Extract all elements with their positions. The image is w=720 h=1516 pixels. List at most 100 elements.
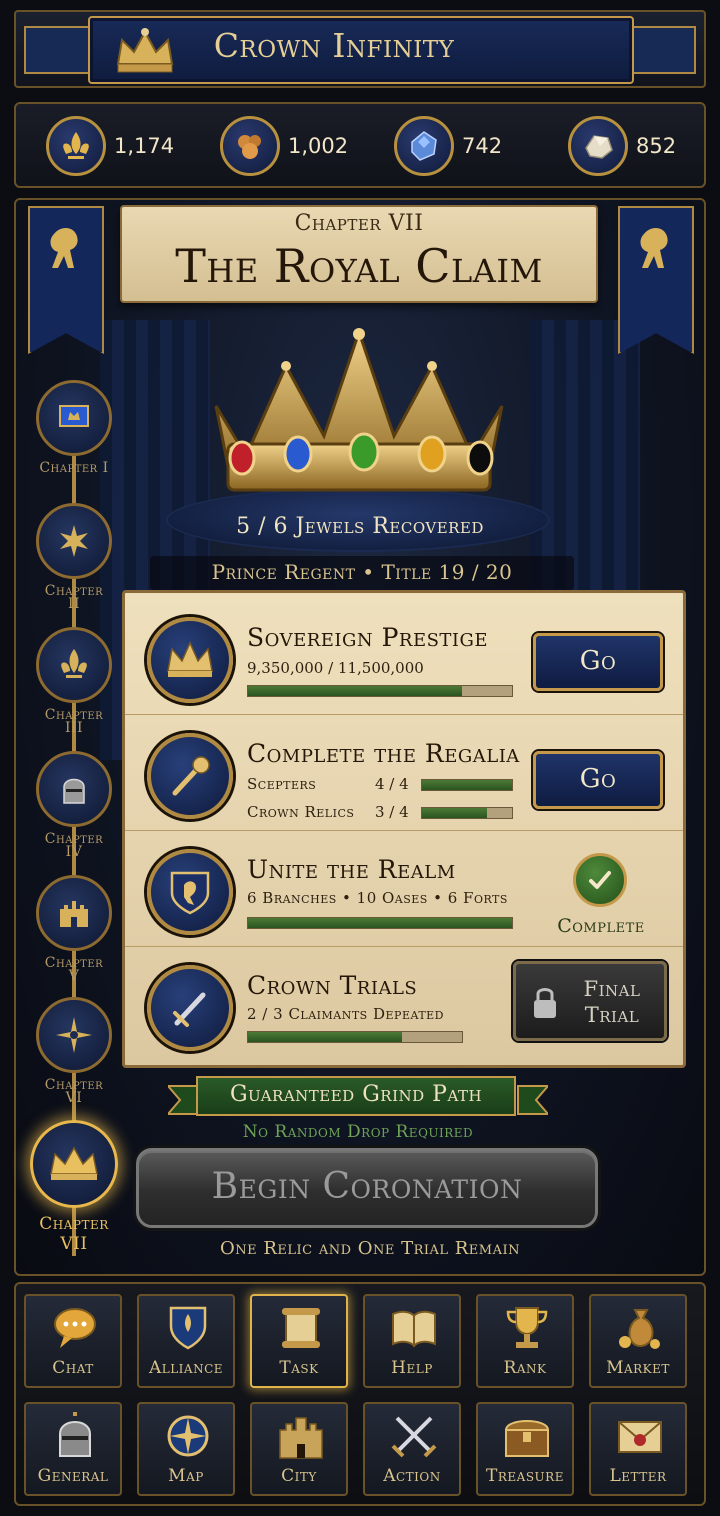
complete-status: Complete — [557, 915, 645, 937]
nav-market[interactable]: Market — [589, 1294, 687, 1388]
progress-fill — [248, 1032, 403, 1042]
nav-label: Help — [391, 1358, 433, 1378]
shield-icon — [169, 1306, 207, 1350]
chapter-label: Chapter — [39, 1214, 109, 1234]
scepters-value: 4 / 4 — [375, 775, 409, 793]
jewels-recovered: 5 / 6 Jewels Recovered — [236, 514, 484, 539]
fleur-de-lis-icon — [46, 116, 106, 176]
final-trial-label-1: Final — [583, 977, 641, 1001]
nav-treasure[interactable]: Treasure — [476, 1402, 574, 1496]
crossed-swords-icon — [391, 1416, 437, 1458]
chapter-6[interactable]: Chapter VI — [36, 997, 112, 1105]
scroll-icon — [282, 1308, 320, 1348]
grind-path-subtitle: No Random Drop Required — [242, 1122, 474, 1142]
sapphire-jewel — [283, 435, 313, 473]
chapter-number: VI — [65, 1090, 83, 1106]
task-title: Sovereign Prestige — [247, 623, 489, 652]
nav-label: Task — [279, 1358, 319, 1378]
resource-gold[interactable]: 1,174 — [46, 116, 174, 176]
chapter-7-current[interactable]: Chapter VII — [30, 1120, 118, 1254]
progress-bar — [247, 685, 513, 697]
crown-emblem-icon — [147, 617, 233, 703]
chapter-label: Chapter VII — [294, 211, 424, 236]
go-button[interactable]: Go — [533, 633, 663, 691]
book-icon — [392, 1310, 436, 1348]
castle-icon — [36, 875, 112, 951]
nav-city[interactable]: City — [250, 1402, 348, 1496]
chapter-number: II — [67, 596, 81, 612]
nav-map[interactable]: Map — [137, 1402, 235, 1496]
task-title: Complete the Regalia — [247, 739, 520, 768]
resource-sapphire[interactable]: 742 — [394, 116, 502, 176]
resource-value: 1,002 — [288, 134, 349, 158]
sunburst-icon — [36, 503, 112, 579]
task-detail: 6 Branches • 10 Oases • 6 Forts — [247, 889, 508, 907]
begin-coronation-label: Begin Coronation — [211, 1166, 523, 1207]
progress-fill — [248, 918, 512, 928]
chapter-title: The Royal Claim — [175, 239, 543, 293]
nav-action[interactable]: Action — [363, 1402, 461, 1496]
lion-banner-left — [28, 206, 104, 354]
lion-banner-right — [618, 206, 694, 354]
crown-icon — [30, 1120, 118, 1208]
lock-icon — [534, 988, 556, 1018]
chapter-number: V — [68, 968, 80, 984]
final-trial-label-2: Trial — [584, 1003, 640, 1027]
nav-general[interactable]: General — [24, 1402, 122, 1496]
nav-label: Market — [606, 1358, 670, 1378]
task-title: Crown Trials — [247, 971, 418, 1000]
compass-rose-icon — [36, 997, 112, 1073]
chapter-number: VII — [60, 1234, 88, 1254]
nav-task-active[interactable]: Task — [250, 1294, 348, 1388]
chapter-5[interactable]: Chapter V — [36, 875, 112, 983]
nav-chat[interactable]: Chat — [24, 1294, 122, 1388]
chapter-4[interactable]: Chapter IV — [36, 751, 112, 859]
nav-label: Map — [168, 1466, 204, 1486]
nav-alliance[interactable]: Alliance — [137, 1294, 235, 1388]
progress-bar — [247, 1031, 463, 1043]
progress-fill — [422, 780, 512, 790]
nav-label: Chat — [52, 1358, 94, 1378]
banner-flag-icon — [36, 380, 112, 456]
grind-path-title: Guaranteed Grind Path — [229, 1082, 483, 1107]
sword-emblem-icon — [147, 965, 233, 1051]
lion-icon — [640, 228, 668, 268]
nav-help[interactable]: Help — [363, 1294, 461, 1388]
go-button[interactable]: Go — [533, 751, 663, 809]
envelope-icon — [618, 1421, 662, 1453]
chapter-number: IV — [65, 844, 83, 860]
lion-shield-icon — [147, 849, 233, 935]
task-detail: 2 / 3 Claimants Depeated — [247, 1005, 445, 1023]
chat-bubble-icon — [54, 1308, 96, 1348]
nav-rank[interactable]: Rank — [476, 1294, 574, 1388]
resource-ore[interactable]: 1,002 — [220, 116, 348, 176]
empty-jewel-socket — [466, 440, 494, 476]
chapter-label: Chapter I — [39, 460, 109, 476]
helmet-icon — [59, 1412, 91, 1457]
ruby-jewel — [228, 440, 256, 476]
resource-stone[interactable]: 852 — [568, 116, 676, 176]
knight-helmet-icon — [36, 751, 112, 827]
fleur-de-lis-icon — [36, 627, 112, 703]
chapter-header: Chapter VII The Royal Claim — [120, 205, 598, 303]
progress-bar — [247, 917, 513, 929]
progress-fill — [248, 686, 462, 696]
progress-bar — [421, 807, 513, 819]
chapter-1[interactable]: Chapter I — [36, 380, 112, 475]
resource-bar: 1,174 1,002 742 852 — [14, 102, 706, 188]
final-trial-button-locked[interactable]: Final Trial — [513, 961, 667, 1041]
progress-bar — [421, 779, 513, 791]
nav-letter[interactable]: Letter — [589, 1402, 687, 1496]
remaining-requirements: One Relic and One Trial Remain — [220, 1238, 520, 1259]
resource-value: 1,174 — [114, 134, 175, 158]
task-panel: Sovereign Prestige 9,350,000 / 11,500,00… — [122, 590, 686, 1068]
chapter-3[interactable]: Chapter III — [36, 627, 112, 735]
task-unite-realm: Unite the Realm 6 Branches • 10 Oases • … — [125, 831, 683, 947]
royal-crown-icon — [214, 327, 504, 492]
ore-icon — [220, 116, 280, 176]
stone-icon — [568, 116, 628, 176]
task-crown-trials: Crown Trials 2 / 3 Claimants Depeated Fi… — [125, 947, 683, 1063]
chapter-2[interactable]: Chapter II — [36, 503, 112, 611]
progress-fill — [422, 808, 487, 818]
castle-icon — [279, 1417, 323, 1459]
